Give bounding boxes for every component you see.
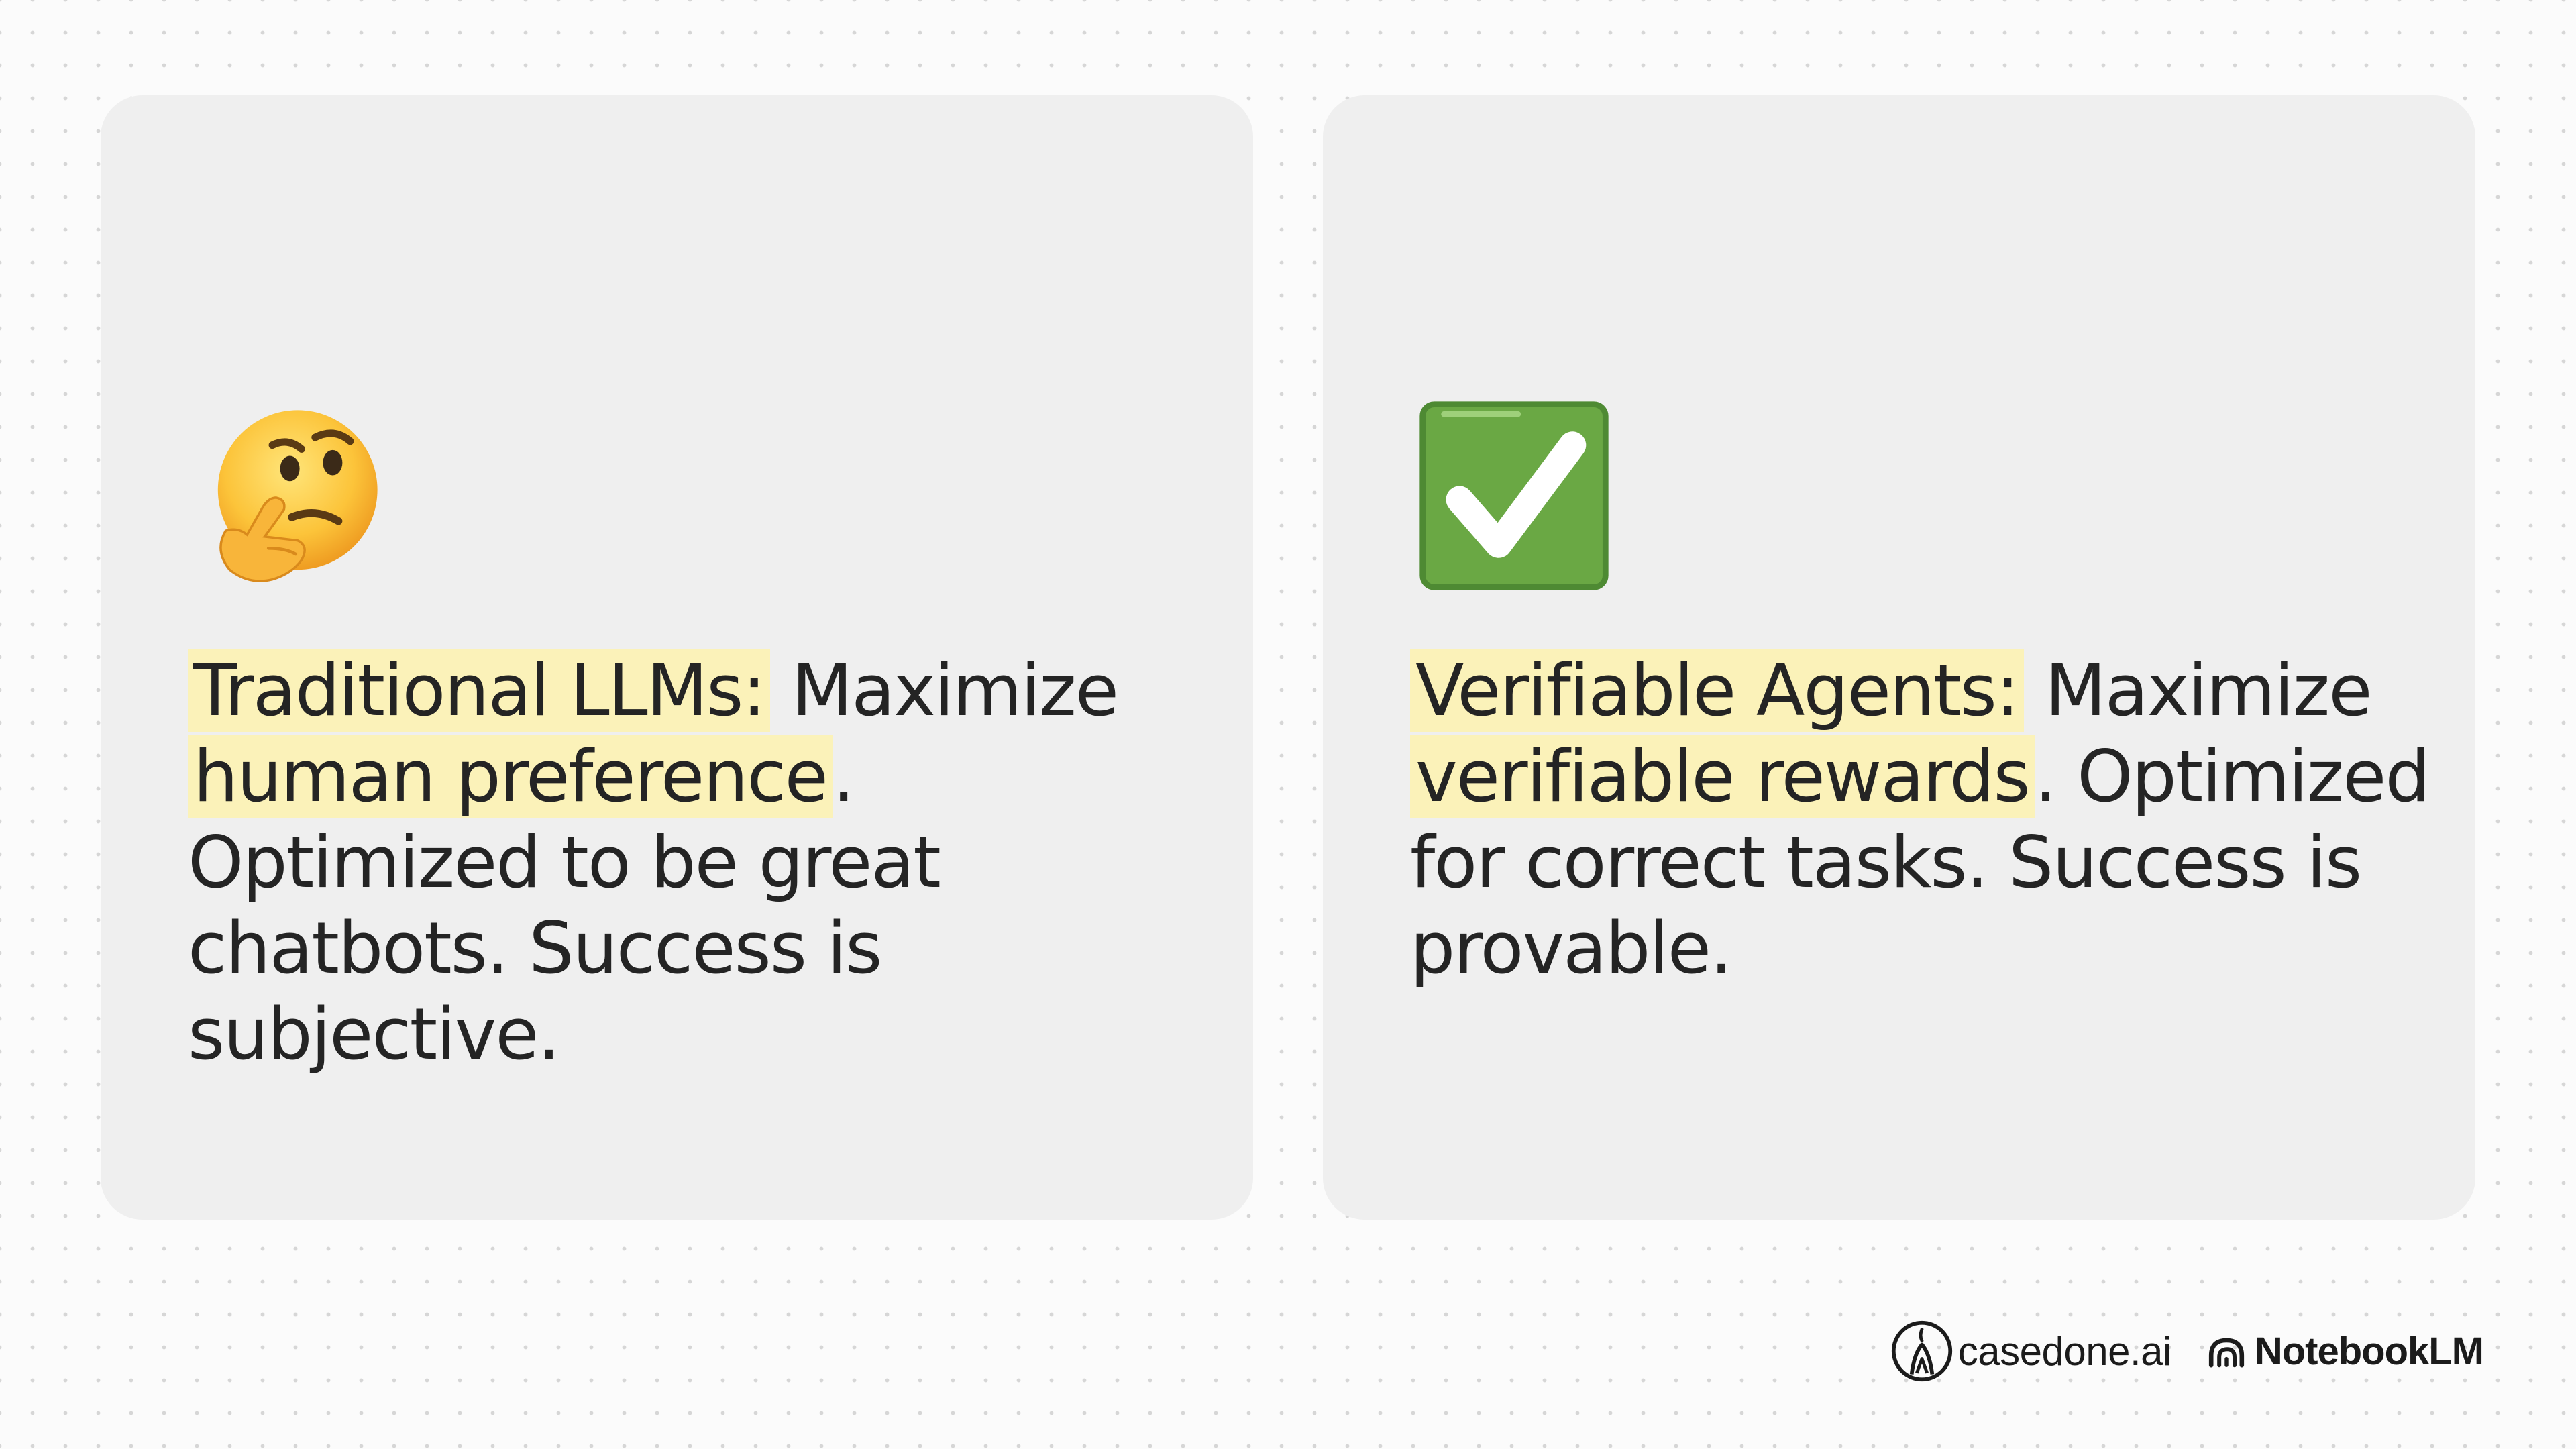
footer-brands: casedone.ai NotebookLM xyxy=(1890,1316,2484,1386)
card-description: Verifiable Agents: Maximize verifiable r… xyxy=(1410,648,2430,991)
highlight-label: Verifiable Agents: xyxy=(1410,649,2024,732)
brand-notebooklm: NotebookLM xyxy=(2206,1329,2484,1374)
highlight-phrase: human preference xyxy=(188,735,833,818)
card-verifiable-agents: Verifiable Agents: Maximize verifiable r… xyxy=(1323,95,2475,1220)
check-mark-button-icon xyxy=(1417,398,1611,593)
highlight-phrase: verifiable rewards xyxy=(1410,735,2035,818)
card-description: Traditional LLMs: Maximize human prefere… xyxy=(188,648,1208,1077)
notebooklm-logo-icon xyxy=(2206,1332,2247,1373)
thinking-face-icon xyxy=(195,398,389,593)
lead-text: Maximize xyxy=(2023,649,2372,732)
lead-text: Maximize xyxy=(770,649,1119,732)
casedone-name: casedone.ai xyxy=(1957,1328,2172,1374)
casedone-logo-icon xyxy=(1890,1319,1954,1383)
brand-casedone: casedone.ai xyxy=(1890,1319,2171,1383)
card-traditional-llms: Traditional LLMs: Maximize human prefere… xyxy=(101,95,1253,1220)
notebooklm-name: NotebookLM xyxy=(2254,1329,2484,1373)
highlight-label: Traditional LLMs: xyxy=(188,649,771,732)
